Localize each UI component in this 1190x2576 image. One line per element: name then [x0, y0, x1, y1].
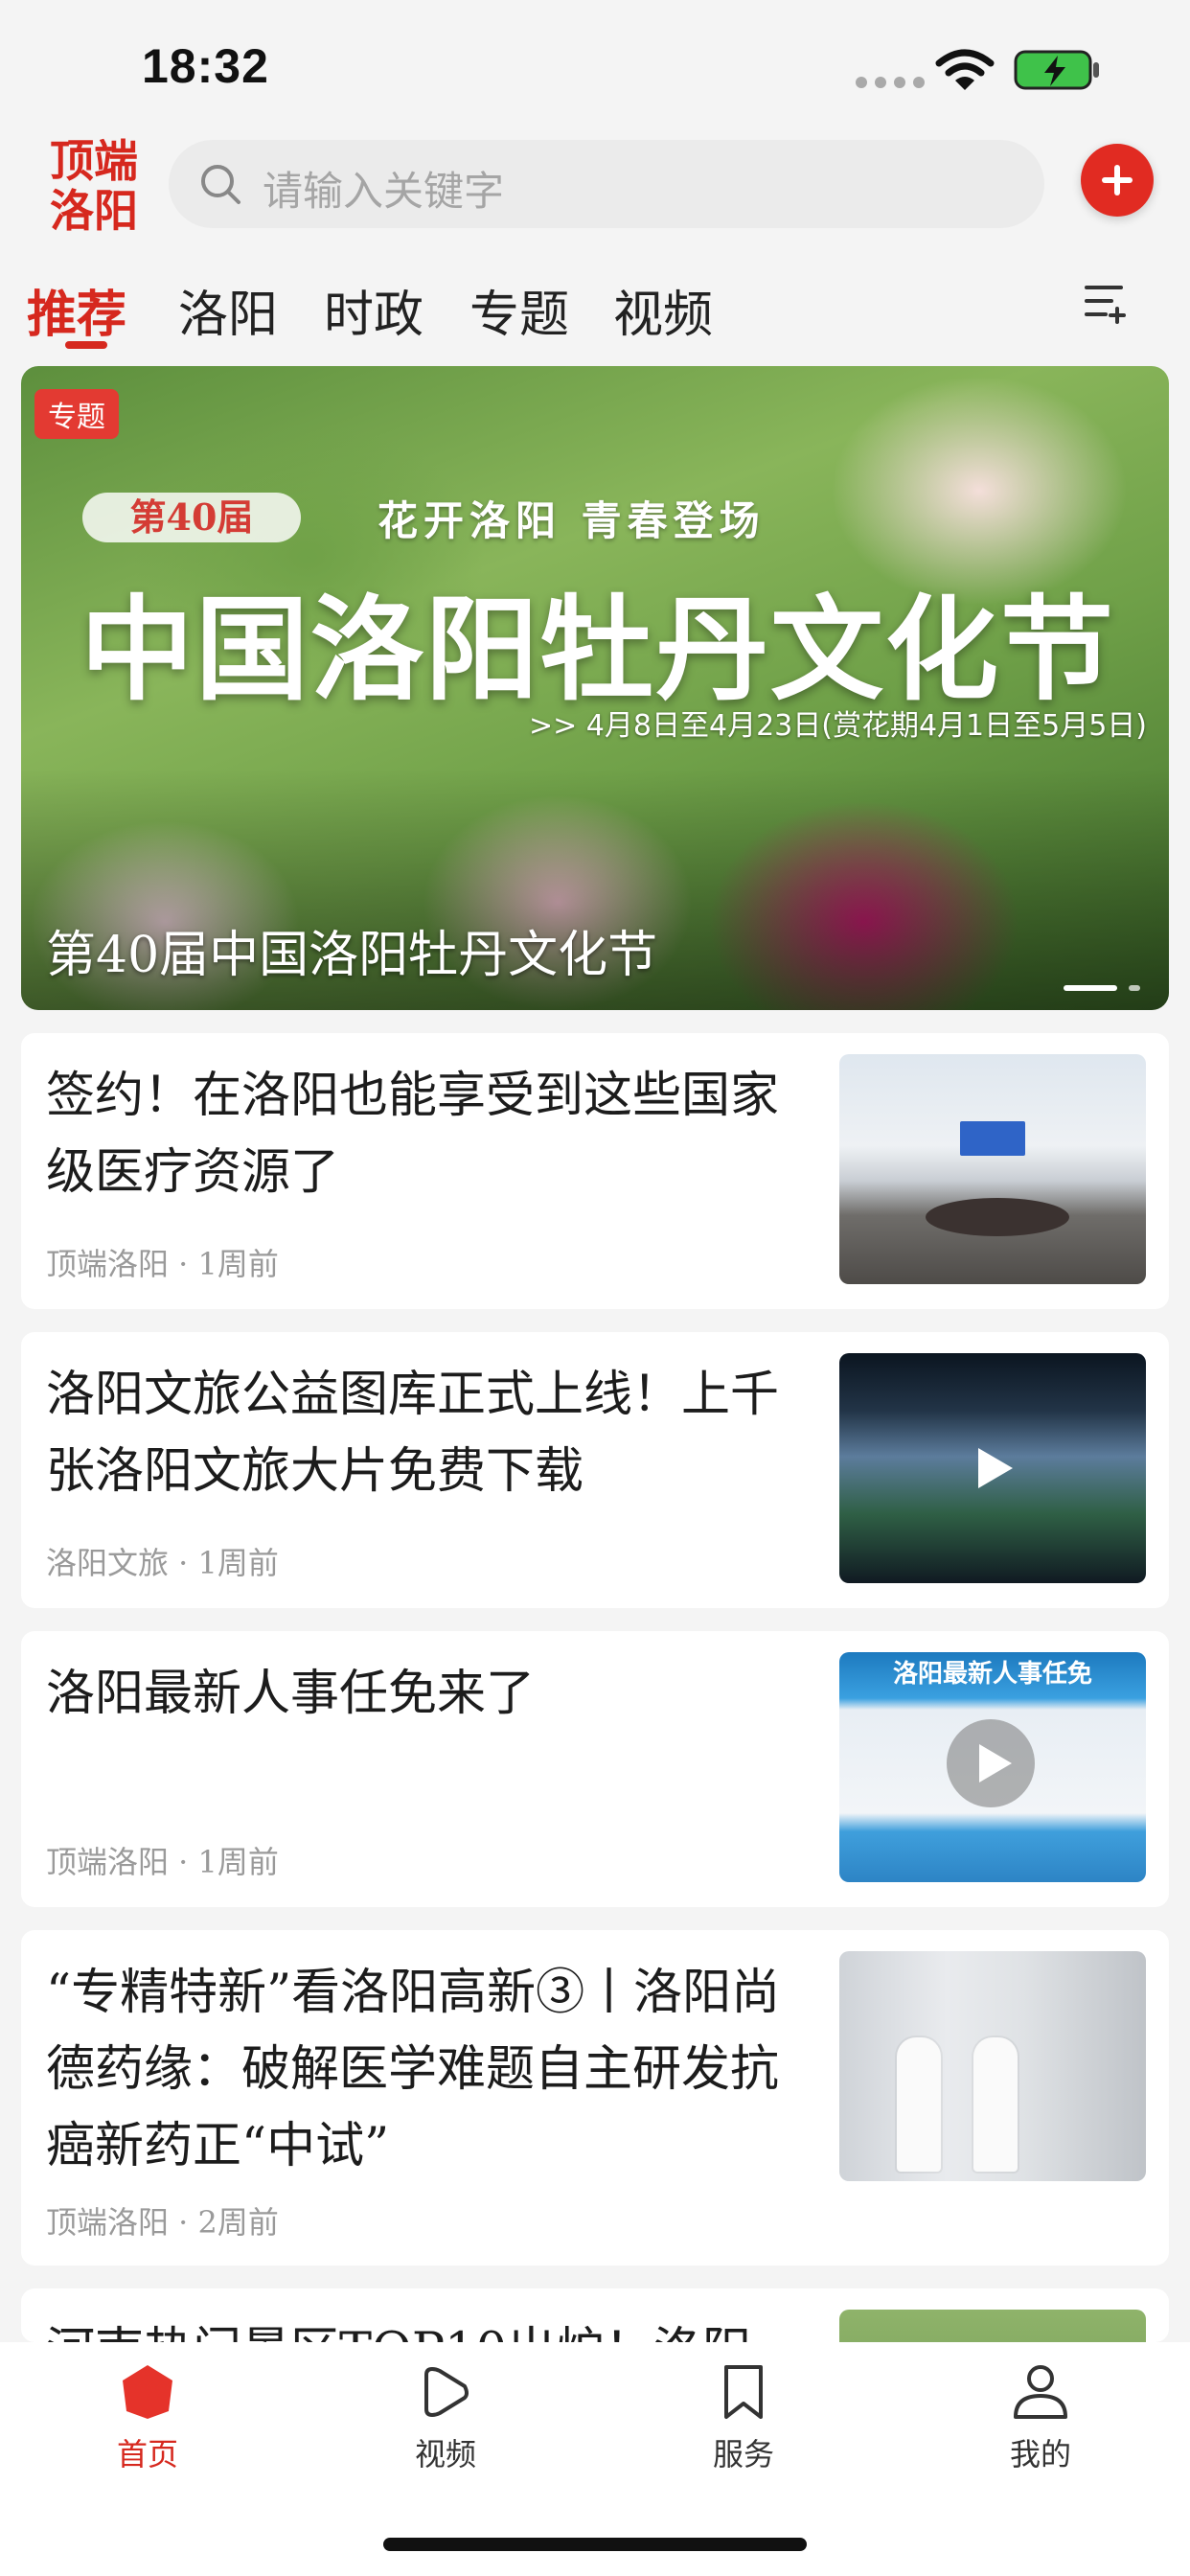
active-tab-indicator: [65, 341, 107, 349]
svg-text:顶端: 顶端: [50, 135, 138, 187]
tab-recommend[interactable]: 推荐: [27, 274, 126, 346]
featured-banner[interactable]: 专题 第40届 花开洛阳 青春登场 中国洛阳牡丹文化节 >> 4月8日至4月23…: [21, 366, 1169, 1010]
banner-dates: >> 4月8日至4月23日(赏花期4月1日至5月5日): [529, 709, 1147, 743]
news-item[interactable]: 洛阳文旅公益图库正式上线！上千张洛阳文旅大片免费下载 洛阳文旅 · 1周前: [21, 1332, 1169, 1608]
nav-profile[interactable]: 我的: [964, 2361, 1117, 2474]
news-item[interactable]: 洛阳最新人事任免来了 顶端洛阳 · 1周前 洛阳最新人事任免: [21, 1631, 1169, 1907]
news-meta: 顶端洛阳 · 1周前: [46, 1844, 279, 1880]
news-title: “专精特新”看洛阳高新③丨洛阳尚德药缘：破解医学难题自主研发抗癌新药正“中试”: [46, 1965, 781, 2174]
wifi-icon: [935, 49, 995, 90]
news-title: 洛阳文旅公益图库正式上线！上千张洛阳文旅大片免费下载: [46, 1367, 780, 1500]
nav-home[interactable]: 首页: [71, 2361, 224, 2474]
topic-tag: 专题: [34, 389, 119, 439]
bookmark-icon: [724, 2365, 763, 2419]
search-icon: [201, 165, 240, 204]
nav-services[interactable]: 服务: [667, 2361, 820, 2474]
banner-caption: 第40届中国洛阳牡丹文化节: [46, 927, 658, 984]
banner-subtitle: 花开洛阳 青春登场: [378, 497, 766, 544]
video-play-icon: [424, 2367, 469, 2417]
news-thumbnail: [839, 2310, 1146, 2342]
news-meta: 洛阳文旅 · 1周前: [46, 1545, 279, 1581]
nav-video-label: 视频: [414, 2436, 476, 2472]
video-thumbnail: 洛阳最新人事任免: [839, 1652, 1146, 1882]
svg-text:洛阳: 洛阳: [50, 185, 138, 236]
nav-profile-label: 我的: [1009, 2436, 1071, 2472]
search-input[interactable]: 请输入关键字: [169, 140, 1044, 228]
play-icon: [947, 1719, 1035, 1807]
news-thumbnail: [839, 1054, 1146, 1284]
tab-luoyang[interactable]: 洛阳: [178, 274, 278, 346]
carousel-indicator-active: [1064, 985, 1117, 991]
tab-video[interactable]: 视频: [613, 274, 713, 346]
tab-topics[interactable]: 专题: [469, 274, 569, 346]
news-meta: 顶端洛阳 · 1周前: [46, 1246, 279, 1282]
banner-edition: 第40届: [82, 493, 301, 542]
signal-dots-icon: [856, 77, 925, 88]
news-title: 河南热门景区TOP10出炉！洛阳: [46, 2313, 812, 2342]
battery-charging-icon: [1014, 50, 1099, 90]
home-icon: [123, 2365, 172, 2419]
carousel-indicator: [1129, 985, 1140, 991]
tab-politics[interactable]: 时政: [324, 274, 423, 346]
channel-menu-icon[interactable]: [1083, 280, 1129, 326]
banner-title: 中国洛阳牡丹文化节: [80, 583, 1116, 716]
video-thumbnail: [839, 1353, 1146, 1583]
nav-home-label: 首页: [116, 2436, 178, 2472]
nav-services-label: 服务: [712, 2436, 774, 2472]
news-title: 洛阳最新人事任免来了: [46, 1666, 536, 1722]
profile-icon: [1014, 2365, 1067, 2419]
news-title: 签约！在洛阳也能享受到这些国家级医疗资源了: [46, 1068, 780, 1201]
news-item[interactable]: 签约！在洛阳也能享受到这些国家级医疗资源了 顶端洛阳 · 1周前: [21, 1033, 1169, 1309]
status-time: 18:32: [142, 39, 269, 93]
home-indicator: [383, 2538, 807, 2551]
news-item[interactable]: 河南热门景区TOP10出炉！洛阳: [21, 2288, 1169, 2342]
news-meta: 顶端洛阳 · 2周前: [46, 2204, 279, 2241]
play-icon: [978, 1448, 1013, 1488]
add-button[interactable]: [1081, 144, 1154, 217]
search-placeholder: 请输入关键字: [263, 168, 505, 215]
news-item[interactable]: “专精特新”看洛阳高新③丨洛阳尚德药缘：破解医学难题自主研发抗癌新药正“中试” …: [21, 1930, 1169, 2266]
news-thumbnail: [839, 1951, 1146, 2181]
app-logo: 顶端 洛阳: [50, 135, 138, 236]
nav-video[interactable]: 视频: [369, 2361, 522, 2474]
thumbnail-caption: 洛阳最新人事任免: [892, 1660, 1092, 1689]
